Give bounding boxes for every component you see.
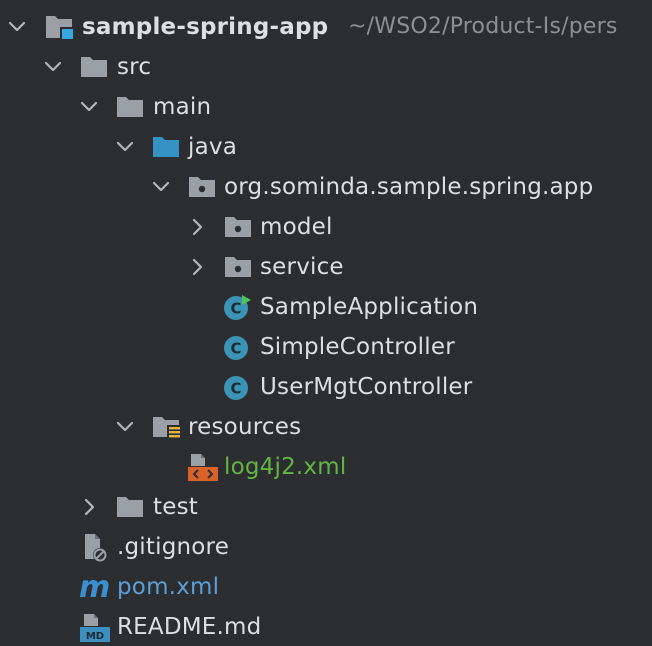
tree-row-gitignore[interactable]: .gitignore <box>0 527 652 567</box>
package-label-service: service <box>260 254 344 280</box>
file-label-log4j2: log4j2.xml <box>224 454 347 480</box>
package-icon <box>187 173 217 201</box>
chevron-down-icon[interactable] <box>115 137 135 157</box>
chevron-down-icon[interactable] <box>43 57 63 77</box>
resources-folder-icon <box>151 413 181 441</box>
package-label: org.sominda.sample.spring.app <box>224 174 594 200</box>
file-label-readme: README.md <box>117 614 262 640</box>
tree-row-log4j2[interactable]: log4j2.xml <box>0 447 652 487</box>
tree-row-sample-application[interactable]: C SampleApplication <box>0 287 652 327</box>
folder-label-java: java <box>188 134 237 160</box>
tree-row-test[interactable]: test <box>0 487 652 527</box>
class-label-sample-application: SampleApplication <box>260 294 479 320</box>
project-name: sample-spring-app <box>82 14 329 40</box>
svg-text:C: C <box>230 340 241 358</box>
package-label-model: model <box>260 214 333 240</box>
tree-row-model[interactable]: model <box>0 207 652 247</box>
chevron-down-icon[interactable] <box>115 417 135 437</box>
svg-text:MD: MD <box>86 631 104 642</box>
chevron-down-icon[interactable] <box>7 17 27 37</box>
tree-row-simple-controller[interactable]: C SimpleController <box>0 327 652 367</box>
chevron-down-icon[interactable] <box>79 97 99 117</box>
folder-icon <box>115 93 145 121</box>
tree-row-package[interactable]: org.sominda.sample.spring.app <box>0 167 652 207</box>
java-class-icon: C <box>222 333 252 361</box>
folder-label-src: src <box>117 54 152 80</box>
folder-icon <box>115 493 145 521</box>
ignore-file-icon <box>80 533 110 562</box>
package-icon <box>223 213 253 241</box>
svg-text:C: C <box>230 380 241 398</box>
folder-label-main: main <box>153 94 212 120</box>
source-folder-icon <box>151 133 181 161</box>
svg-text:C: C <box>230 300 241 318</box>
chevron-right-icon[interactable] <box>187 257 207 277</box>
tree-row-readme[interactable]: MD README.md <box>0 607 652 646</box>
folder-label-resources: resources <box>188 414 302 440</box>
chevron-right-icon[interactable] <box>187 217 207 237</box>
tree-row-project[interactable]: sample-spring-app ~/WSO2/Product-Is/pers <box>0 7 652 47</box>
project-tree: sample-spring-app ~/WSO2/Product-Is/pers… <box>0 0 652 646</box>
folder-label-test: test <box>153 494 198 520</box>
project-path: ~/WSO2/Product-Is/pers <box>348 14 618 39</box>
file-label-gitignore: .gitignore <box>117 534 230 560</box>
xml-file-icon <box>187 453 218 481</box>
chevron-right-icon[interactable] <box>79 497 99 517</box>
tree-row-java[interactable]: java <box>0 127 652 167</box>
tree-row-service[interactable]: service <box>0 247 652 287</box>
tree-row-main[interactable]: main <box>0 87 652 127</box>
chevron-down-icon[interactable] <box>151 177 171 197</box>
markdown-file-icon: MD <box>79 613 110 642</box>
java-class-icon: C <box>222 373 252 401</box>
tree-row-resources[interactable]: resources <box>0 407 652 447</box>
module-folder-icon <box>44 13 74 41</box>
maven-icon: m <box>78 570 110 605</box>
class-label-simple-controller: SimpleController <box>260 334 455 360</box>
file-label-pom: pom.xml <box>117 574 220 600</box>
tree-row-usermgt-controller[interactable]: C UserMgtController <box>0 367 652 407</box>
tree-row-src[interactable]: src <box>0 47 652 87</box>
svg-text:m: m <box>79 570 110 605</box>
tree-row-pom[interactable]: m pom.xml <box>0 567 652 607</box>
java-class-run-icon: C <box>222 293 252 321</box>
class-label-usermgt-controller: UserMgtController <box>260 374 473 400</box>
folder-icon <box>79 53 109 81</box>
package-icon <box>223 253 253 281</box>
